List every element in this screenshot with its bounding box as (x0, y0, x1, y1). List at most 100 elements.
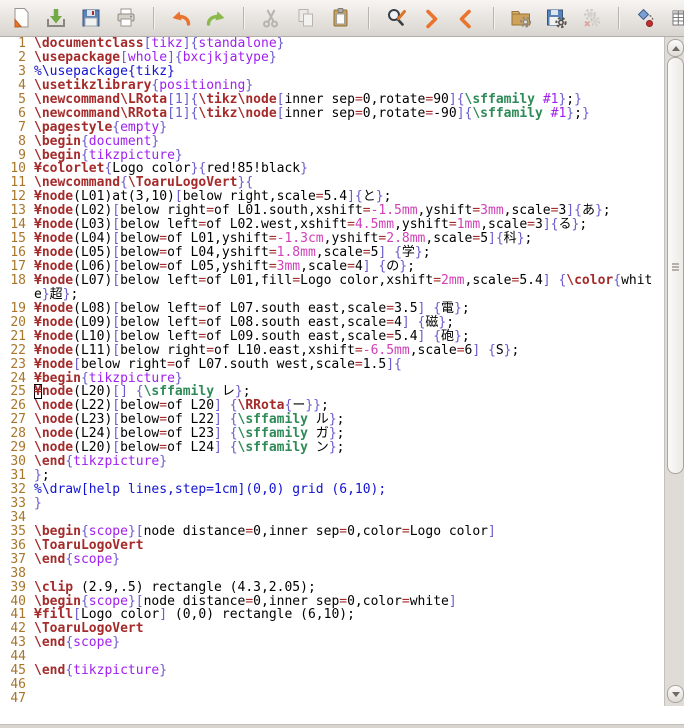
code-line[interactable]: 38 (0, 565, 664, 581)
line-number: 38 (10, 565, 26, 581)
code-line[interactable]: 22 ¥node(L11)[below right=of L10.east,xsh… (0, 343, 664, 358)
scrollbar-thumb[interactable] (667, 57, 684, 474)
code-line[interactable]: 13 ¥node(L02)[below right=of L01.south,xs… (0, 204, 664, 218)
code-text: \node(L23)[below=of L22] {\sffamily ル}; (34, 412, 345, 428)
line-number: 19 (10, 300, 26, 316)
open-button[interactable] (8, 5, 34, 31)
find-next-button[interactable] (418, 5, 444, 31)
line-number: 42 (10, 621, 26, 637)
code-line[interactable]: 3 %\usepackage{tikz} (0, 63, 664, 79)
code-line[interactable]: 25 ¥node(L20)[] {\sffamily レ}; (0, 385, 664, 399)
code-line[interactable]: 23 ¥node[below right=of L07.south west,sc… (0, 357, 664, 372)
line-number: 34 (10, 509, 26, 525)
line-number: 9 (18, 147, 26, 163)
code-line[interactable]: 40 \begin{scope}[node distance=0,inner se… (0, 594, 664, 609)
code-line[interactable]: 11 \newcommand{\ToaruLogoVert}{ (0, 176, 664, 190)
code-text: ¥node(L01)at(3,10)[below right,scale=5.4… (34, 189, 392, 205)
line-number: 5 (18, 91, 26, 107)
code-line[interactable]: 46 (0, 678, 664, 692)
paste-button[interactable] (328, 5, 354, 31)
code-text: \end{scope} (34, 635, 121, 651)
run-script-button[interactable] (578, 5, 604, 31)
code-line[interactable]: 43 \end{scope} (0, 636, 664, 650)
code-line[interactable]: 4 \usetikzlibrary{positioning} (0, 78, 664, 93)
save-all-button[interactable] (78, 5, 104, 31)
code-line[interactable]: 17 ¥node(L06)[below=of L05,yshift=3mm,sca… (0, 260, 664, 274)
line-number: 24 (10, 370, 26, 386)
scroll-up-button[interactable] (667, 39, 684, 57)
code-line[interactable]: 9 \begin{tikzpicture} (0, 147, 664, 163)
code-line[interactable]: 39 \clip (2.9,.5) rectangle (4.3,2.05); (0, 580, 664, 595)
code-line[interactable]: 42 \ToaruLogoVert (0, 622, 664, 636)
code-text: e}超}; (34, 286, 79, 302)
line-number: 14 (10, 217, 26, 233)
code-line[interactable]: 32 %\draw[help lines,step=1cm](0,0) grid … (0, 483, 664, 497)
open-document-icon (14, 8, 29, 28)
cut-icon (263, 9, 278, 28)
code-line[interactable]: 12 ¥node(L01)at(3,10)[below right,scale=5… (0, 190, 664, 204)
code-line[interactable]: 8 \begin{document} (0, 134, 664, 149)
toolbar-separator (153, 7, 154, 29)
code-line[interactable]: 36 \ToaruLogoVert (0, 538, 664, 553)
code-line[interactable]: 33} (0, 496, 664, 511)
code-line[interactable]: 37 \end{scope} (0, 551, 664, 567)
code-line[interactable]: 2 \usepackage[whole]{bxcjkjatype} (0, 49, 664, 65)
code-text: \usepackage[whole]{bxcjkjatype} (34, 49, 277, 65)
code-line[interactable]: 14 ¥node(L03)[below left=of L02.west,xshi… (0, 218, 664, 232)
save-session-button[interactable] (543, 5, 569, 31)
code-line[interactable]: 45 \end{tikzpicture} (0, 664, 664, 678)
code-line[interactable]: 47 (0, 692, 664, 706)
code-line[interactable]: 24 ¥begin{tikzpicture} (0, 370, 664, 386)
make-button[interactable] (633, 5, 659, 31)
line-number: 2 (18, 49, 26, 65)
save-button[interactable] (43, 5, 69, 31)
code-text: \documentclass[tikz]{standalone} (34, 37, 285, 51)
toolbar-separator (493, 7, 494, 29)
code-line[interactable]: 30 \end{tikzpicture} (0, 455, 664, 469)
code-line[interactable]: 20 ¥node(L09)[below left=of L08.south eas… (0, 315, 664, 330)
code-text: \end{scope} (34, 551, 121, 567)
code-line[interactable]: 21 ¥node(L10)[below left=of L09.south eas… (0, 329, 664, 344)
code-line[interactable]: 19 ¥node(L08)[below left=of L07.south eas… (0, 300, 664, 316)
code-line[interactable]: 16 ¥node(L05)[below=of L04,yshift=1.8mm,s… (0, 246, 664, 260)
print-button[interactable] (113, 5, 139, 31)
code-line[interactable]: 6 \newcommand\RRota[1]{\tikz\node[inner s… (0, 106, 664, 121)
code-line[interactable]: 18 ¥node(L07)[below left=of L01,fill=Logo… (0, 273, 664, 288)
code-text: ¥node(L06)[below=of L05,yshift=3mm,scale… (34, 259, 415, 274)
code-line[interactable]: 31}; (0, 469, 664, 483)
code-line[interactable]: 41 ¥fill[Logo color] (0,0) rectangle (6,1… (0, 608, 664, 622)
code-line[interactable]: 26 \node(L22)[below=of L20] {\RRota{ー}}; (0, 399, 664, 413)
undo-button[interactable] (168, 5, 194, 31)
code-area[interactable]: 1 \documentclass[tikz]{standalone} 2 \usepa… (0, 37, 664, 706)
code-line[interactable]: 34 (0, 509, 664, 525)
code-line[interactable]: 27 \node(L23)[below=of L22] {\sffamily ル}… (0, 413, 664, 427)
vertical-scrollbar[interactable] (664, 37, 684, 706)
code-line[interactable]: 29 \node(L20)[below=of L24] {\sffamily ン}… (0, 441, 664, 455)
code-line[interactable]: 15 ¥node(L04)[below=of L01,yshift=-1.3cm,… (0, 232, 664, 246)
line-number: 25 (10, 384, 26, 400)
load-session-button[interactable] (508, 5, 534, 31)
code-text: ¥node(L03)[below left=of L02.west,xshift… (34, 217, 588, 233)
find-replace-button[interactable] (383, 5, 409, 31)
line-number: 27 (10, 412, 26, 428)
cut-button[interactable] (258, 5, 284, 31)
code-line[interactable]: e}超}; (0, 286, 664, 302)
code-line[interactable]: 35 \begin{scope}[node distance=0,inner se… (0, 524, 664, 539)
line-number: 3 (18, 63, 26, 79)
scroll-down-button[interactable] (667, 685, 684, 703)
line-number: 29 (10, 440, 26, 456)
find-prev-button[interactable] (453, 5, 479, 31)
scroll-up-arrow-icon (671, 45, 680, 51)
code-line[interactable]: 28 \node(L24)[below=of L23] {\sffamily ガ}… (0, 427, 664, 441)
make-icon (637, 8, 654, 27)
code-line[interactable]: 7 \pagestyle{empty} (0, 120, 664, 135)
code-line[interactable]: 10 ¥colorlet{Logo color}{red!85!black} (0, 162, 664, 176)
code-line[interactable]: 1 \documentclass[tikz]{standalone} (0, 37, 664, 51)
code-line[interactable]: 44 (0, 650, 664, 664)
code-line[interactable]: 5 \newcommand\LRota[1]{\tikz\node[inner s… (0, 91, 664, 107)
copy-button[interactable] (293, 5, 319, 31)
redo-button[interactable] (203, 5, 229, 31)
code-text: \end{tikzpicture} (34, 663, 168, 679)
build-tags-button[interactable] (668, 5, 684, 31)
line-number: 43 (10, 635, 26, 651)
